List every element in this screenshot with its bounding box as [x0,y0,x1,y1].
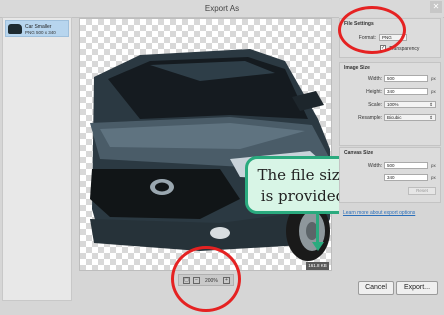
image-width-label: Width: [367,76,382,82]
close-icon[interactable]: ✕ [430,1,442,13]
canvas-width-field[interactable]: 500 [384,162,428,169]
canvas-size-title: Canvas Size [344,150,374,156]
arrow-down-icon [316,212,319,245]
image-size-section: Image Size Width: 500 px Height: 340 px … [339,62,441,146]
scale-label: Scale: [368,102,382,108]
arrow-head [312,242,324,251]
resample-value: Bicubic [387,115,402,120]
image-height-field[interactable]: 340 [384,88,428,95]
cancel-button[interactable]: Cancel [358,281,394,295]
image-width-field[interactable]: 500 [384,75,428,82]
image-width-unit: px [431,76,436,81]
settings-panel: File Settings Format: PNG ⇕ ✓ Transparen… [339,17,443,303]
canvas-width-label: Width: [367,163,382,169]
asset-thumbnail [8,24,22,34]
reset-button[interactable]: Reset [408,187,436,195]
asset-meta: PNG 500 x 340 [25,30,56,35]
scale-select[interactable]: 100% ⇕ [384,101,436,108]
canvas-height-field[interactable]: 340 [384,174,428,181]
car-image [90,49,330,261]
file-size-badge: 161.8 KB [306,262,329,270]
zoom-highlight-ring [171,246,241,312]
scale-value: 100% [387,102,399,107]
image-height-unit: px [431,89,436,94]
learn-more-link[interactable]: Learn more about export options [343,210,415,216]
resample-label: Resample: [358,115,382,121]
resample-select[interactable]: Bicubic ⇕ [384,114,436,121]
preview-canvas[interactable] [79,18,332,271]
canvas-height-unit: px [431,175,436,180]
file-settings-highlight-ring [338,6,406,54]
canvas-size-section: Canvas Size Width: 500 px 340 px Reset [339,147,441,203]
image-size-title: Image Size [344,65,370,71]
export-button[interactable]: Export... [396,281,438,295]
image-height-label: Height: [366,89,382,95]
asset-item[interactable]: Car Smaller PNG 500 x 340 [5,20,69,37]
canvas-width-unit: px [431,163,436,168]
chevron-down-icon: ⇕ [429,115,433,120]
chevron-down-icon: ⇕ [429,102,433,107]
assets-panel: Car Smaller PNG 500 x 340 [2,17,72,301]
